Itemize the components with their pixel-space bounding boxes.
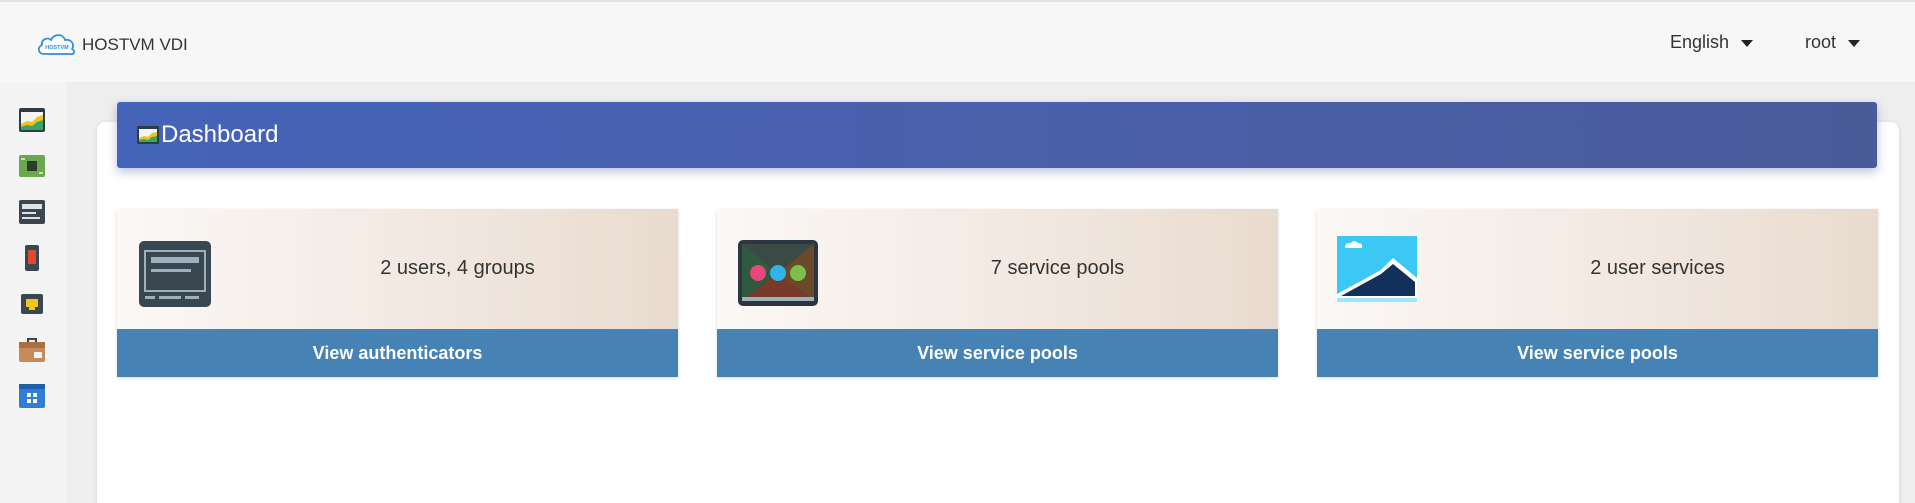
user-label: root xyxy=(1805,32,1837,52)
top-navbar: HOSTVM HOSTVM VDI English root xyxy=(0,0,1915,82)
power-switch-icon[interactable] xyxy=(18,244,46,272)
hostvm-logo-icon: HOSTVM xyxy=(37,34,76,56)
server-rack-icon[interactable] xyxy=(18,198,46,226)
brand-title: HOSTVM VDI xyxy=(82,35,188,54)
view-service-pools-button[interactable]: View service pools xyxy=(717,329,1278,377)
sidebar xyxy=(0,82,66,503)
stat-text: 7 service pools xyxy=(990,257,1125,279)
stat-card-body: 7 service pools xyxy=(717,209,1278,329)
view-service-pools-button[interactable]: View service pools xyxy=(1317,329,1878,377)
stat-card-user-services: 2 user services View service pools xyxy=(1317,209,1878,377)
chevron-down-icon xyxy=(1741,40,1754,47)
user-services-landscape-icon xyxy=(1337,236,1417,302)
app-grid-icon[interactable] xyxy=(18,382,46,410)
language-label: English xyxy=(1670,32,1730,52)
user-menu[interactable]: root xyxy=(1805,32,1861,53)
dashboard-chart-icon xyxy=(137,126,159,144)
stat-text: 2 users, 4 groups xyxy=(380,257,535,279)
service-pools-icon xyxy=(738,240,818,306)
toolbox-icon[interactable] xyxy=(18,336,46,364)
chevron-down-icon xyxy=(1848,40,1861,47)
brand[interactable]: HOSTVM HOSTVM VDI xyxy=(36,30,188,60)
stat-card-body: 2 user services xyxy=(1317,209,1878,329)
dashboard-header: Dashboard xyxy=(117,102,1877,168)
circuit-board-icon[interactable] xyxy=(18,152,46,180)
stat-card-body: 2 users, 4 groups xyxy=(117,209,678,329)
stat-card-authenticators: 2 users, 4 groups View authenticators xyxy=(117,209,678,377)
network-port-icon[interactable] xyxy=(18,290,46,318)
stat-card-service-pools: 7 service pools View service pools xyxy=(717,209,1278,377)
dashboard-chart-icon[interactable] xyxy=(18,106,46,134)
language-menu[interactable]: English xyxy=(1670,32,1754,53)
stat-text: 2 user services xyxy=(1590,257,1725,279)
page-title: Dashboard xyxy=(161,121,279,148)
svg-text:HOSTVM: HOSTVM xyxy=(45,45,69,51)
authenticator-terminal-icon xyxy=(139,241,211,307)
view-authenticators-button[interactable]: View authenticators xyxy=(117,329,678,377)
